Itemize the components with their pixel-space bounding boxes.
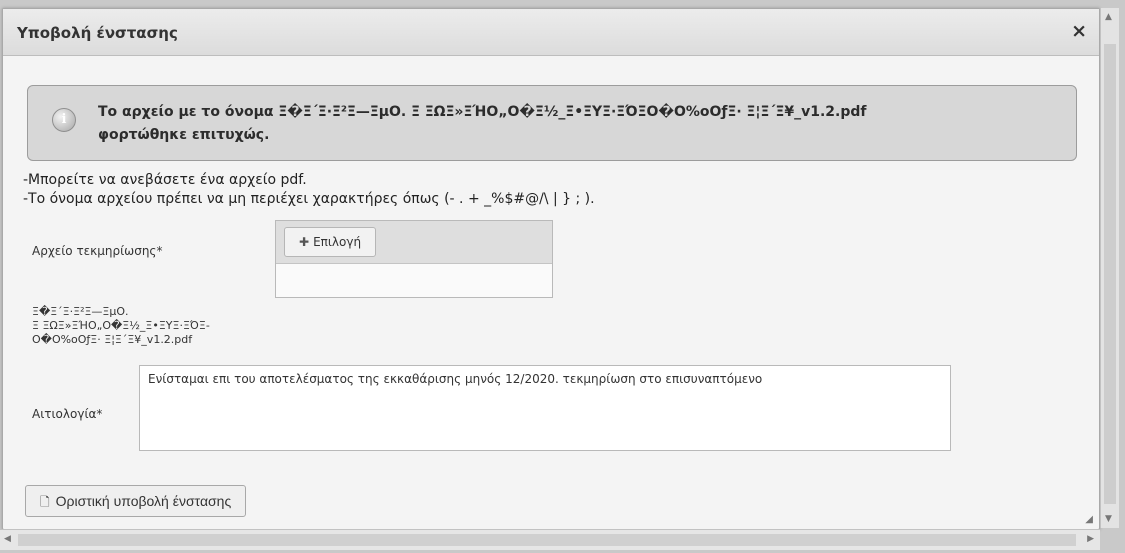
- dialog-titlebar: Υποβολή ένστασης ×: [3, 9, 1099, 56]
- uploaded-filename: Ξ�Ξ΄Ξ·Ξ²Ξ—ΞμΟ. Ξ ΞΩΞ»ΞΉΟ„Ο�Ξ½_Ξ•ΞΥΞ·ΞΌΞ-…: [32, 305, 210, 347]
- info-icon: i: [52, 108, 76, 132]
- success-message: i Το αρχείο με το όνομα Ξ�Ξ΄Ξ·Ξ²Ξ—ΞμΟ. Ξ…: [27, 85, 1077, 161]
- vertical-scrollbar[interactable]: ▲ ▼: [1100, 8, 1119, 528]
- resize-grip-icon[interactable]: ◢: [1085, 514, 1093, 525]
- message-line-2: φορτώθηκε επιτυχώς.: [98, 127, 270, 143]
- filename-line: Ο�Ο%οΟƒΞ· Ξ¦Ξ΄Ξ¥_v1.2.pdf: [32, 333, 193, 346]
- file-upload: ✚ Επιλογή: [275, 220, 553, 298]
- dialog-title: Υποβολή ένστασης: [17, 24, 178, 42]
- plus-icon: ✚: [299, 235, 310, 249]
- filename-line: Ξ�Ξ΄Ξ·Ξ²Ξ—ΞμΟ.: [32, 305, 129, 318]
- document-icon: 🗋: [40, 495, 50, 509]
- hint-pdf: -Μπορείτε να ανεβάσετε ένα αρχείο pdf.: [23, 172, 307, 188]
- close-icon[interactable]: ×: [1071, 20, 1087, 42]
- hint-filename-chars: -Το όνομα αρχείου πρέπει να μη περιέχει …: [23, 191, 595, 207]
- message-line-1: Το αρχείο με το όνομα Ξ�Ξ΄Ξ·Ξ²Ξ—ΞμΟ. Ξ Ξ…: [98, 104, 867, 120]
- scroll-right-icon[interactable]: ▶: [1087, 534, 1094, 544]
- reason-textarea[interactable]: Ενίσταμαι επι του αποτελέσματος της εκκα…: [139, 365, 951, 451]
- horizontal-scrollbar[interactable]: ◀ ▶: [0, 529, 1100, 550]
- filename-line: Ξ ΞΩΞ»ΞΉΟ„Ο�Ξ½_Ξ•ΞΥΞ·ΞΌΞ-: [32, 319, 210, 332]
- reason-label: Αιτιολογία*: [32, 407, 103, 421]
- scroll-down-icon[interactable]: ▼: [1105, 514, 1112, 524]
- horizontal-scroll-thumb[interactable]: [18, 534, 1076, 546]
- submit-objection-button[interactable]: 🗋 Οριστική υποβολή ένστασης: [25, 485, 247, 517]
- scroll-up-icon[interactable]: ▲: [1105, 12, 1112, 22]
- choose-file-button[interactable]: ✚ Επιλογή: [284, 227, 377, 257]
- vertical-scroll-thumb[interactable]: [1104, 44, 1116, 504]
- submit-label: Οριστική υποβολή ένστασης: [55, 493, 232, 509]
- choose-file-label: Επιλογή: [313, 235, 362, 249]
- objection-dialog: Υποβολή ένστασης × i Το αρχείο με το όνο…: [2, 8, 1100, 530]
- upload-header: ✚ Επιλογή: [276, 221, 552, 264]
- scroll-left-icon[interactable]: ◀: [4, 534, 11, 544]
- file-label: Αρχείο τεκμηρίωσης*: [32, 244, 163, 258]
